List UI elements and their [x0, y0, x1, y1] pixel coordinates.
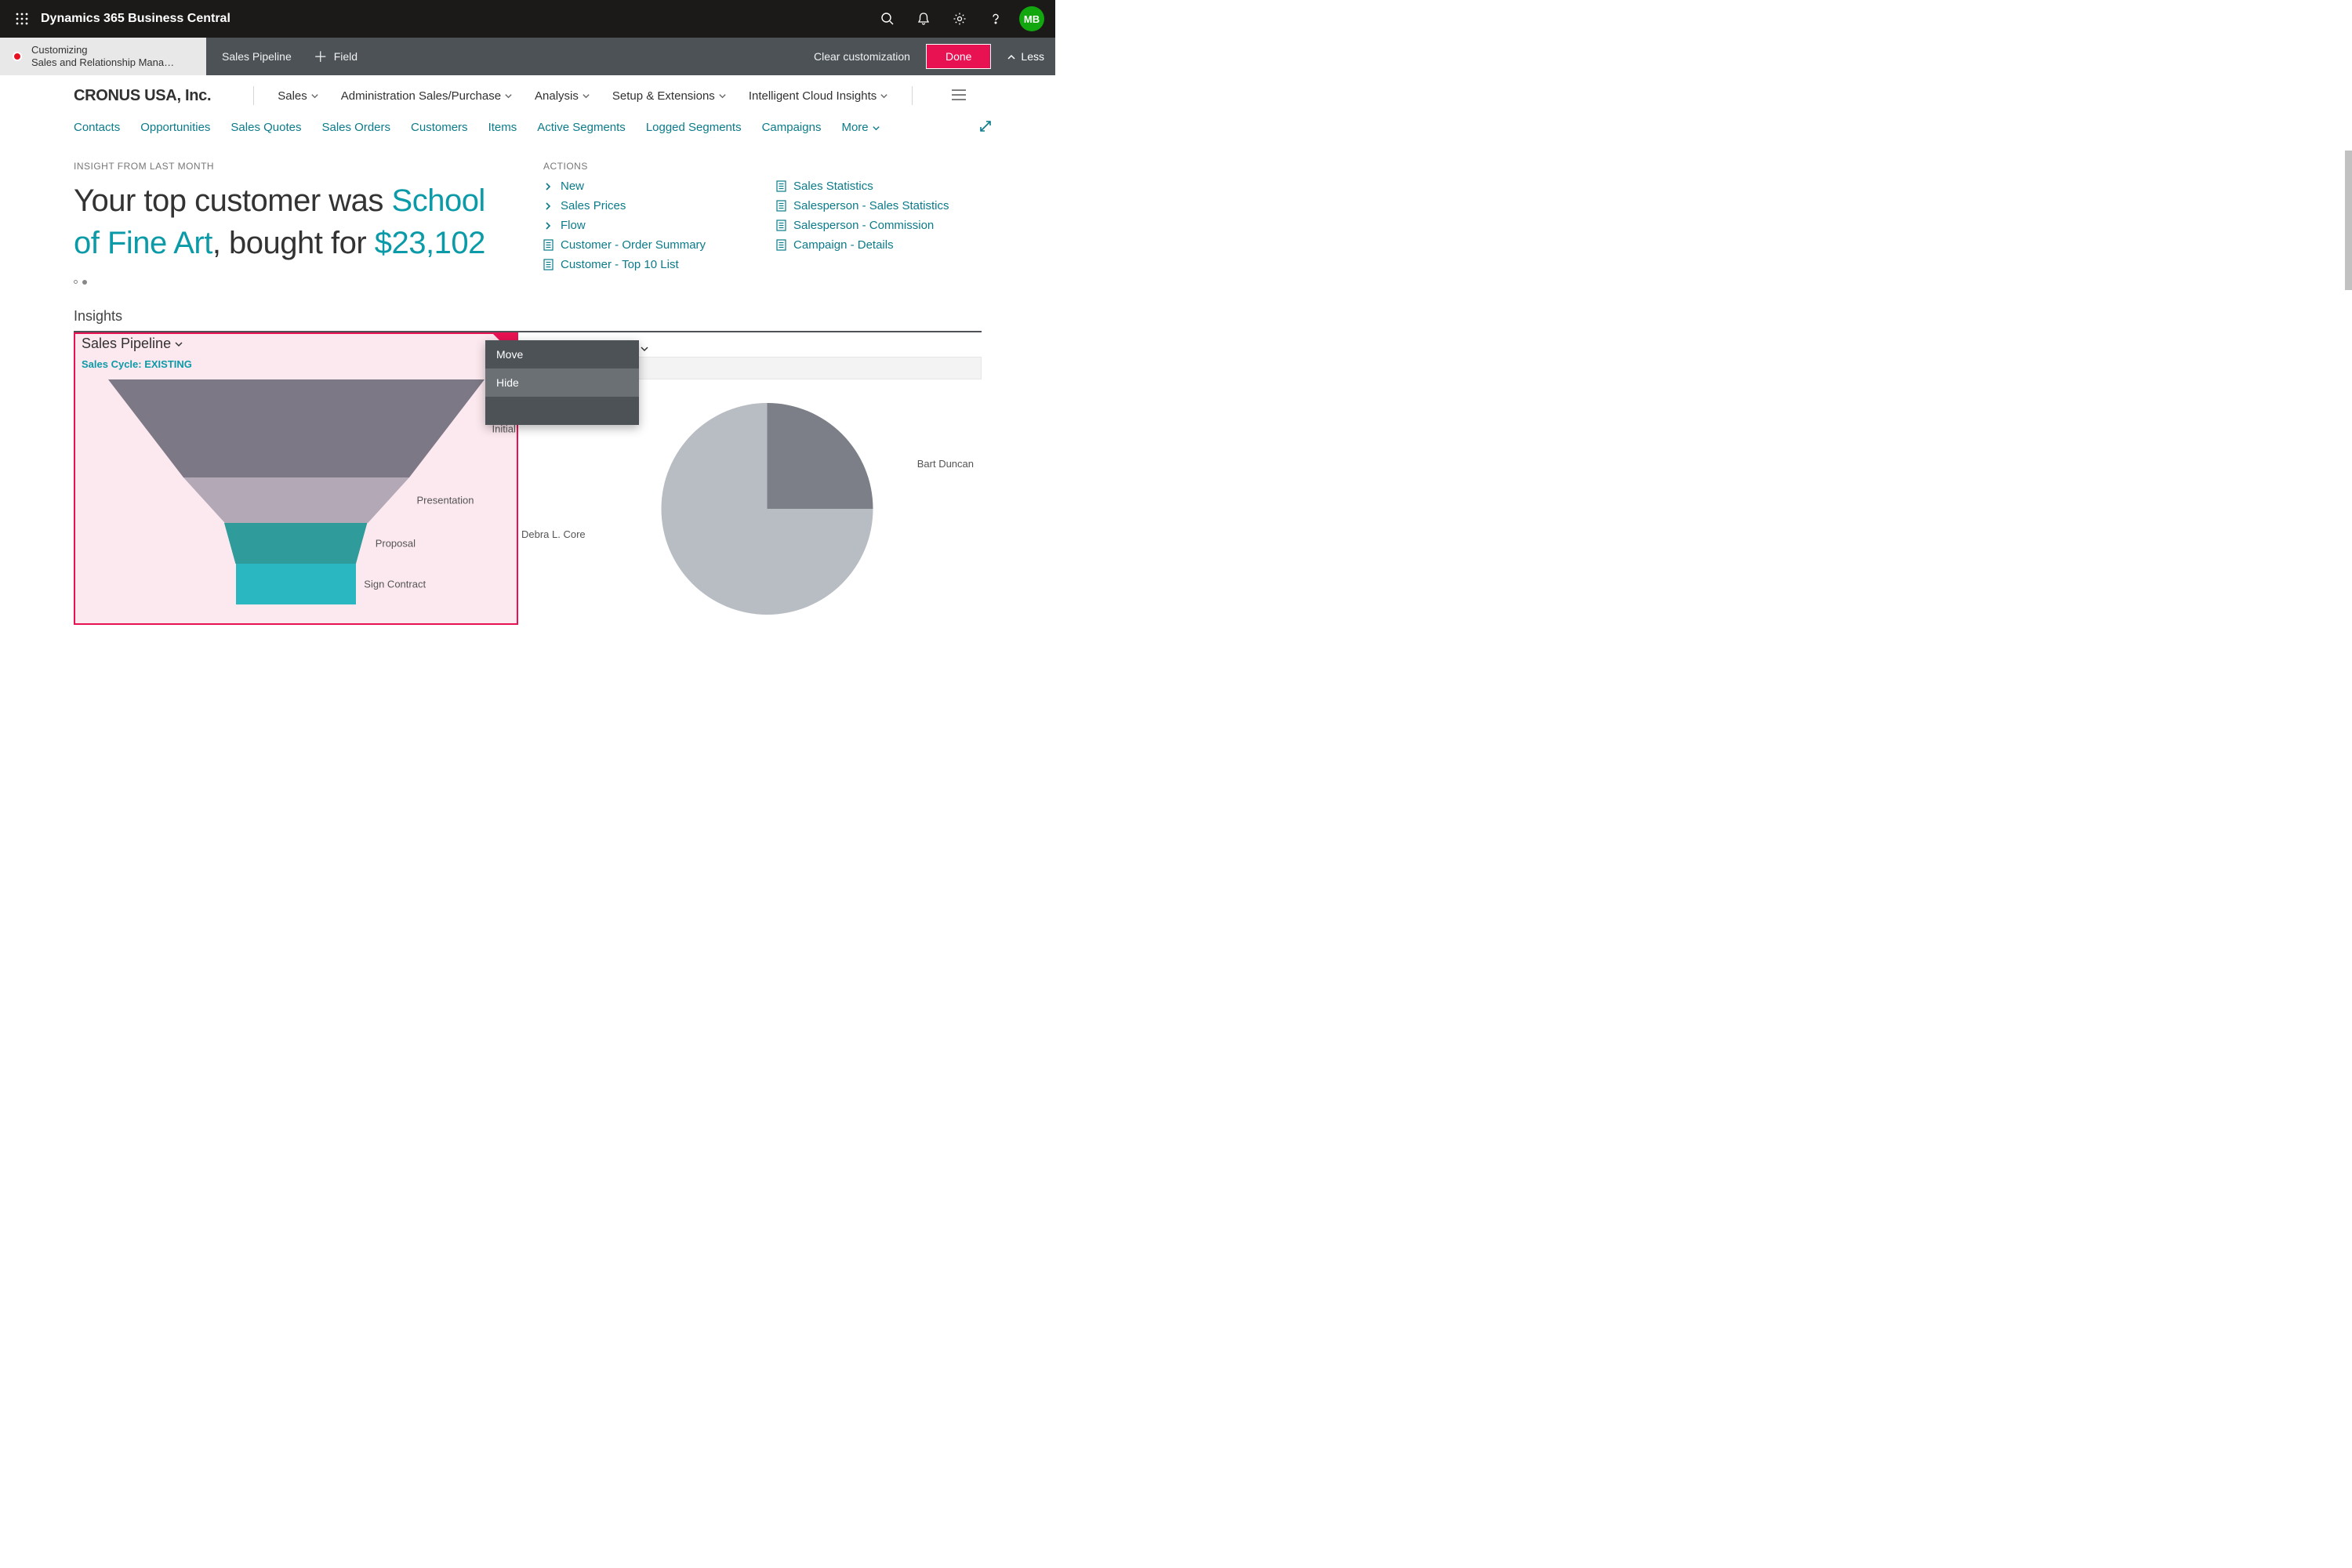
action-link[interactable]: Sales Prices: [543, 199, 706, 212]
subnav-link[interactable]: Items: [488, 121, 517, 134]
chevron-right-icon: [543, 201, 554, 211]
chevron-down-icon: [504, 89, 513, 103]
funnel-stage: Presentation: [183, 477, 409, 523]
app-title: Dynamics 365 Business Central: [41, 12, 870, 26]
action-link[interactable]: Salesperson - Sales Statistics: [776, 199, 949, 212]
action-link[interactable]: Customer - Order Summary: [543, 238, 706, 252]
document-icon: [776, 200, 787, 212]
chevron-down-icon: [872, 121, 880, 134]
top-menu-item[interactable]: Administration Sales/Purchase: [341, 89, 513, 103]
customizing-indicator-icon: [13, 52, 22, 61]
funnel-stage: Sign Contract: [236, 564, 357, 604]
chevron-down-icon: [718, 89, 727, 103]
insights-section-title: Insights: [74, 308, 982, 332]
insight-overline: INSIGHT FROM LAST MONTH: [74, 161, 512, 172]
context-menu: Move Hide: [485, 340, 639, 425]
document-icon: [776, 239, 787, 251]
pager-dot[interactable]: [74, 280, 78, 284]
user-avatar[interactable]: MB: [1019, 6, 1044, 31]
divider: [253, 86, 254, 105]
pie-label: Debra L. Core: [521, 528, 586, 540]
scrollbar-thumb[interactable]: [2345, 151, 2352, 290]
tab-sales-pipeline[interactable]: Sales Pipeline: [222, 50, 292, 63]
context-menu-spacer: [485, 397, 639, 425]
top-menu-item[interactable]: Intelligent Cloud Insights: [749, 89, 888, 103]
subnav-link[interactable]: Customers: [411, 121, 468, 134]
document-icon: [543, 239, 554, 251]
less-toggle[interactable]: Less: [1007, 50, 1044, 63]
top-menu-item[interactable]: Sales: [278, 89, 319, 103]
plus-icon: ＋: [314, 46, 328, 67]
settings-icon[interactable]: [942, 0, 977, 38]
action-link[interactable]: New: [543, 180, 706, 193]
action-link[interactable]: Sales Statistics: [776, 180, 949, 193]
done-button[interactable]: Done: [926, 44, 991, 69]
divider: [912, 86, 913, 105]
subnav-more[interactable]: More: [841, 121, 880, 134]
document-icon: [776, 180, 787, 192]
funnel-stage: Proposal: [224, 523, 367, 564]
customizing-subtitle: Sales and Relationship Mana…: [31, 56, 174, 69]
subnav-link[interactable]: Contacts: [74, 121, 120, 134]
chevron-down-icon: [174, 336, 183, 352]
chevron-down-icon: [880, 89, 888, 103]
add-field-button[interactable]: ＋ Field: [314, 46, 358, 67]
search-icon[interactable]: [870, 0, 905, 38]
subnav-link[interactable]: Logged Segments: [646, 121, 742, 134]
expand-icon[interactable]: [978, 119, 1024, 136]
action-link[interactable]: Salesperson - Commission: [776, 219, 949, 232]
top-menu-item[interactable]: Analysis: [535, 89, 590, 103]
chevron-up-icon: [1007, 50, 1016, 63]
help-icon[interactable]: [978, 0, 1013, 38]
more-commands-icon[interactable]: [952, 89, 966, 103]
chevron-right-icon: [543, 221, 554, 230]
chevron-down-icon: [640, 340, 649, 357]
funnel-stage: Initial: [108, 379, 485, 477]
top-menu-item[interactable]: Setup & Extensions: [612, 89, 727, 103]
funnel-chart: InitialPresentationProposalSign Contract: [82, 375, 510, 604]
pie-label: Bart Duncan: [917, 458, 974, 470]
customizing-banner: Customizing Sales and Relationship Mana…: [0, 38, 206, 75]
subnav-link[interactable]: Sales Orders: [321, 121, 390, 134]
notifications-icon[interactable]: [906, 0, 941, 38]
chevron-right-icon: [543, 182, 554, 191]
chevron-down-icon: [582, 89, 590, 103]
document-icon: [776, 220, 787, 231]
funnel-stage-label: Sign Contract: [364, 579, 426, 590]
app-launcher-icon[interactable]: [6, 13, 38, 25]
customizing-title: Customizing: [31, 44, 174, 56]
subnav-link[interactable]: Campaigns: [762, 121, 822, 134]
context-menu-move[interactable]: Move: [485, 340, 639, 368]
insight-headline: Your top customer was School of Fine Art…: [74, 180, 512, 264]
pager-dot[interactable]: [82, 280, 87, 285]
chevron-down-icon: [310, 89, 319, 103]
subnav-link[interactable]: Sales Quotes: [230, 121, 301, 134]
action-link[interactable]: Campaign - Details: [776, 238, 949, 252]
subnav-link[interactable]: Active Segments: [537, 121, 626, 134]
company-name: CRONUS USA, Inc.: [74, 87, 230, 105]
subnav-link[interactable]: Opportunities: [140, 121, 210, 134]
sales-pipeline-header[interactable]: Sales Pipeline: [82, 334, 510, 354]
sales-pipeline-card[interactable]: Sales Pipeline Sales Cycle: EXISTING Ini…: [74, 332, 518, 625]
action-link[interactable]: Flow: [543, 219, 706, 232]
clear-customization-link[interactable]: Clear customization: [814, 50, 910, 63]
context-menu-hide[interactable]: Hide: [485, 368, 639, 397]
insight-pager[interactable]: [74, 280, 512, 285]
sales-pipeline-meta: Sales Cycle: EXISTING: [82, 354, 510, 375]
funnel-stage-label: Proposal: [376, 538, 416, 550]
action-link[interactable]: Customer - Top 10 List: [543, 258, 706, 271]
document-icon: [543, 259, 554, 270]
actions-heading: ACTIONS: [543, 161, 982, 172]
pie-slice: [768, 403, 873, 509]
funnel-stage-label: Presentation: [417, 495, 474, 506]
